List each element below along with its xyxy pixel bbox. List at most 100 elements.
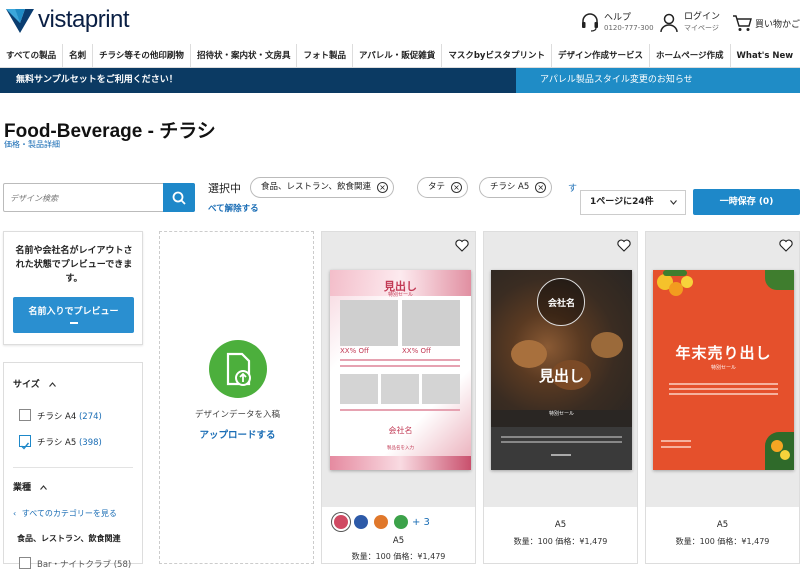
size-a4-label[interactable]: チラシ A4 (274) — [37, 410, 102, 422]
cursor-marker — [69, 322, 78, 324]
filter-chip-portrait[interactable]: タテ × — [417, 177, 469, 198]
help-phone: 0120-777-300 — [604, 23, 654, 32]
nav-item-invitations[interactable]: 招待状・案内状・文房具 — [191, 44, 298, 67]
more-colors-link[interactable]: + 3 — [412, 517, 430, 528]
filter-chip-food[interactable]: 食品、レストラン、飲食関連 × — [250, 177, 394, 198]
filter-chip-a5[interactable]: チラシ A5 × — [479, 177, 553, 198]
flyer-preview-orange: 年末売り出し 特別セール — [653, 270, 794, 470]
search-input[interactable] — [10, 190, 160, 206]
current-industry: 食品、レストラン、飲食関連 — [17, 534, 121, 543]
name-preview-button[interactable]: 名前入りでプレビュー — [13, 297, 134, 333]
close-icon[interactable]: × — [535, 182, 547, 193]
size-filter-heading[interactable]: サイズ — [13, 377, 56, 390]
product-size: A5 — [554, 520, 567, 530]
price-details-link[interactable]: 価格・製品詳細 — [4, 139, 60, 150]
product-price: 数量：100 価格：¥1,479 — [351, 552, 446, 561]
industry-bar-label[interactable]: Bar・ナイトクラブ (58) — [37, 558, 131, 570]
chevron-left-icon: ‹ — [13, 509, 17, 518]
product-price: 数量：100 価格：¥1,479 — [675, 537, 770, 546]
chip-label: 食品、レストラン、飲食関連 — [261, 182, 371, 192]
clear-all-link-start[interactable]: す — [568, 181, 577, 194]
account-link[interactable]: ログイン マイページ — [660, 12, 720, 33]
close-icon[interactable]: × — [451, 182, 463, 193]
size-a4-checkbox[interactable] — [19, 409, 31, 421]
nav-item-websites[interactable]: ホームページ作成 — [650, 44, 731, 67]
saved-designs-button[interactable]: 一時保存 (0) — [693, 189, 800, 215]
search-icon — [172, 191, 186, 205]
preview-description: 名前や会社名がレイアウトされた状態でプレビューできます。 — [15, 246, 133, 284]
brand-name: vistaprint — [38, 6, 130, 33]
account-sub: マイページ — [684, 24, 719, 32]
product-thumbnail[interactable]: 年末売り出し 特別セール — [646, 232, 799, 507]
industry-heading-label: 業種 — [13, 483, 32, 493]
heart-icon[interactable] — [455, 239, 469, 252]
all-categories-link[interactable]: ‹ すべてのカテゴリーを見る — [13, 508, 117, 519]
upload-link[interactable]: アップロードする — [160, 427, 315, 441]
industry-filter-heading[interactable]: 業種 — [13, 480, 48, 493]
nav-item-business-cards[interactable]: 名刺 — [63, 44, 94, 67]
nav-item-all[interactable]: すべての製品 — [0, 44, 64, 67]
name-preview-panel: 名前や会社名がレイアウトされた状態でプレビューできます。 名前入りでプレビュー — [3, 231, 143, 345]
flyer-title: 見出し — [538, 367, 584, 385]
checkmark-icon — [21, 442, 30, 450]
color-swatch-green[interactable] — [394, 515, 408, 529]
flyer-sub: 特別セール — [710, 365, 736, 371]
nav-item-whats-new[interactable]: What's New — [731, 44, 800, 67]
per-page-select[interactable]: 1ページに24件 — [580, 190, 686, 215]
product-thumbnail[interactable]: 見出し 特別セール XX% Off XX% Off 会社名 製品名を入力 — [322, 232, 475, 507]
search-button[interactable] — [163, 183, 195, 212]
upload-icon — [209, 340, 267, 398]
product-card[interactable]: 年末売り出し 特別セール A5 数量：100 価格：¥1,479 — [645, 231, 800, 564]
size-heading-label: サイズ — [13, 380, 40, 390]
divider — [13, 467, 133, 468]
cart-icon — [733, 15, 752, 31]
nav-item-design-services[interactable]: デザイン作成サービス — [552, 44, 650, 67]
vistaprint-logo-icon — [6, 9, 34, 33]
color-swatch-pink[interactable] — [334, 515, 348, 529]
banner-apparel-notice[interactable]: アパレル製品スタイル変更のお知らせ — [516, 68, 800, 93]
color-swatch-orange[interactable] — [374, 515, 388, 529]
nav-item-apparel[interactable]: アパレル・販促雑貨 — [353, 44, 443, 67]
flyer-preview-pink: 見出し 特別セール XX% Off XX% Off 会社名 製品名を入力 — [330, 270, 471, 470]
flyer-company: 会社名 — [547, 299, 575, 309]
flyer-preview-bread: 会社名 見出し 特別セール — [491, 270, 632, 470]
chevron-down-icon — [670, 200, 677, 205]
upload-design-card[interactable]: デザインデータを入稿 アップロードする — [159, 231, 314, 564]
nav-item-flyers[interactable]: チラシ等その他印刷物 — [93, 44, 191, 67]
per-page-value: 1ページに24件 — [590, 197, 654, 207]
selected-filters-label: 選択中 — [208, 182, 241, 195]
chevron-up-icon — [40, 485, 48, 490]
product-card[interactable]: 見出し 特別セール XX% Off XX% Off 会社名 製品名を入力 + 3… — [321, 231, 476, 564]
chevron-up-icon — [48, 382, 56, 387]
user-icon — [660, 13, 678, 32]
help-label: ヘルプ — [604, 12, 632, 23]
headset-icon — [582, 13, 598, 32]
industry-bar-checkbox[interactable] — [19, 557, 31, 569]
heart-icon[interactable] — [617, 239, 631, 252]
flyer-sub: 特別セール — [548, 411, 574, 417]
help-link[interactable]: ヘルプ 0120-777-300 — [580, 12, 654, 32]
chip-label: タテ — [428, 182, 446, 192]
design-search — [3, 183, 195, 212]
flyer-title: 年末売り出し — [675, 344, 772, 362]
cart-link[interactable]: 買い物かご — [732, 14, 800, 32]
banner-sample-set[interactable]: 無料サンプルセットをご利用ください！ — [0, 68, 516, 93]
heart-icon[interactable] — [779, 239, 793, 252]
close-icon[interactable]: × — [377, 182, 388, 193]
product-size: A5 — [716, 520, 729, 530]
color-swatch-blue[interactable] — [354, 515, 368, 529]
brand-logo[interactable]: vistaprint — [6, 6, 130, 34]
size-a5-checkbox[interactable] — [19, 435, 31, 450]
promo-banner: 無料サンプルセットをご利用ください！ アパレル製品スタイル変更のお知らせ — [0, 68, 800, 93]
main-nav: すべての製品 名刺 チラシ等その他印刷物 招待状・案内状・文房具 フォト製品 ア… — [0, 44, 800, 68]
size-a4-count: (274) — [78, 412, 102, 422]
nav-item-photo[interactable]: フォト製品 — [297, 44, 353, 67]
nav-item-masks[interactable]: マスクbyビスタプリント — [442, 44, 552, 67]
filter-panel: サイズ チラシ A4 (274) チラシ A5 (398) 業種 ‹ すべてのカ… — [3, 362, 143, 570]
header: vistaprint ヘルプ 0120-777-300 ログイン マイページ 買… — [0, 0, 800, 44]
size-a5-label[interactable]: チラシ A5 (398) — [37, 436, 102, 448]
cart-label: 買い物かご — [755, 19, 800, 30]
clear-all-link[interactable]: べて解除する — [208, 202, 259, 214]
product-card[interactable]: 会社名 見出し 特別セール A5 数量：100 価格：¥1,479 — [483, 231, 638, 564]
product-thumbnail[interactable]: 会社名 見出し 特別セール — [484, 232, 637, 507]
